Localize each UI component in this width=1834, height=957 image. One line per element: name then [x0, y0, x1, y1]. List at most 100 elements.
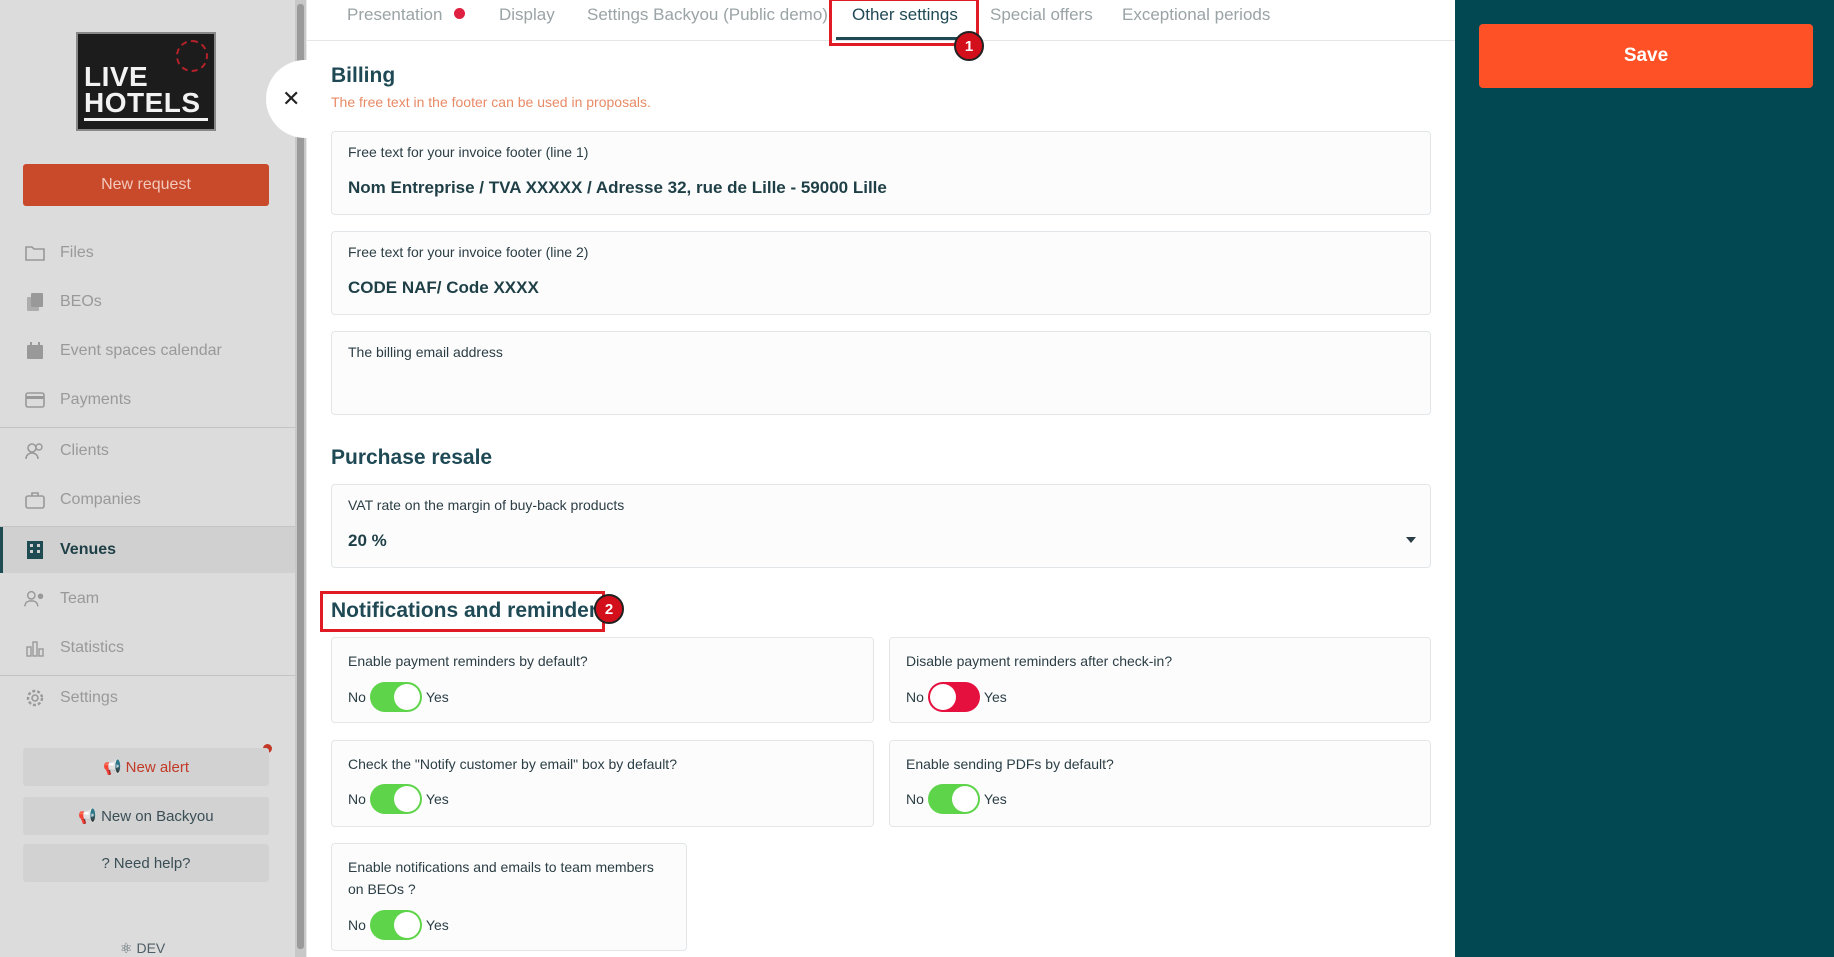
briefcase-icon: [24, 490, 46, 510]
environment-text: DEV: [136, 940, 166, 956]
bar-chart-icon: [24, 638, 46, 658]
toggle-no-label: No: [906, 689, 924, 705]
megaphone-icon: 📢: [102, 759, 122, 776]
question-label: Enable sending PDFs by default?: [906, 756, 1114, 772]
team-notifications-card: Enable notifications and emails to team …: [331, 843, 687, 951]
new-request-button[interactable]: New request: [23, 164, 269, 206]
copy-icon: [24, 292, 46, 312]
disable-reminders-card: Disable payment reminders after check-in…: [889, 637, 1431, 723]
sidebar-item-label: Clients: [60, 442, 109, 459]
sidebar-item-label: Event spaces calendar: [60, 342, 222, 359]
incomplete-dot: [454, 8, 466, 19]
send-pdfs-card: Enable sending PDFs by default? No Yes: [889, 740, 1431, 827]
close-icon: ✕: [282, 86, 301, 111]
logo-text: LIVE HOTELS: [84, 61, 201, 118]
billing-email-field[interactable]: The billing email address: [331, 331, 1431, 415]
sidebar-item-event-spaces-calendar[interactable]: Event spaces calendar: [0, 328, 295, 374]
sidebar-item-clients[interactable]: Clients: [0, 428, 295, 474]
toggle-row: No Yes: [348, 910, 449, 940]
sidebar: LIVE HOTELS New request Files BEOs Event…: [0, 0, 295, 957]
disable-reminders-toggle[interactable]: [927, 682, 980, 712]
annotation-badge-1: 1: [954, 31, 984, 61]
question-label: Disable payment reminders after check-in…: [906, 653, 1173, 669]
field-label: Free text for your invoice footer (line …: [348, 144, 589, 160]
invoice-footer-line1-field[interactable]: Free text for your invoice footer (line …: [331, 131, 1431, 215]
notify-customer-card: Check the "Notify customer by email" box…: [331, 740, 874, 827]
scrollbar-thumb[interactable]: [297, 4, 304, 949]
gear-icon: [24, 688, 46, 708]
sidebar-item-label: Files: [60, 244, 94, 261]
folder-icon: [24, 243, 46, 263]
notify-customer-toggle[interactable]: [369, 784, 422, 814]
new-alert-label: New alert: [125, 758, 190, 776]
vat-rate-select[interactable]: VAT rate on the margin of buy-back produ…: [331, 484, 1431, 568]
payment-reminders-toggle[interactable]: [369, 682, 422, 712]
toggle-knob: [929, 684, 956, 710]
toggle-yes-label: Yes: [425, 689, 449, 705]
new-on-backyou-button[interactable]: 📢 New on Backyou: [23, 797, 269, 835]
annotation-badge-2: 2: [594, 594, 624, 624]
field-value[interactable]: Nom Entreprise / TVA XXXXX / Adresse 32,…: [348, 178, 887, 198]
tab-exceptional-periods[interactable]: Exceptional periods: [1122, 5, 1270, 25]
sidebar-item-label: Venues: [60, 541, 117, 558]
sidebar-item-label: Companies: [60, 491, 141, 508]
billing-subtitle: The free text in the footer can be used …: [331, 94, 651, 110]
toggle-yes-label: Yes: [983, 791, 1007, 807]
live-hotels-logo[interactable]: LIVE HOTELS: [76, 32, 216, 131]
tab-settings-backyou[interactable]: Settings Backyou (Public demo): [587, 5, 828, 25]
toggle-no-label: No: [348, 689, 366, 705]
sidebar-item-companies[interactable]: Companies: [0, 477, 295, 523]
sidebar-scrollbar[interactable]: [295, 0, 306, 957]
need-help-button[interactable]: ? Need help?: [23, 844, 269, 882]
sidebar-item-venues[interactable]: Venues: [0, 527, 295, 573]
question-label: Check the "Notify customer by email" box…: [348, 756, 677, 772]
sidebar-item-label: BEOs: [60, 293, 102, 310]
calendar-icon: [24, 341, 46, 361]
field-value[interactable]: CODE NAF/ Code XXXX: [348, 278, 539, 298]
new-alert-button[interactable]: 📢 New alert: [23, 748, 269, 786]
new-on-backyou-label: New on Backyou: [101, 807, 214, 825]
users-icon: [24, 441, 46, 461]
team-notifications-toggle[interactable]: [369, 910, 422, 940]
credit-card-icon: [24, 390, 46, 410]
toggle-no-label: No: [348, 917, 366, 933]
toggle-yes-label: Yes: [425, 917, 449, 933]
atom-icon: ⚛: [120, 940, 133, 956]
question-label: Enable notifications and emails to team …: [348, 859, 654, 897]
purchase-resale-title: Purchase resale: [331, 446, 493, 469]
sidebar-item-label: Team: [60, 590, 100, 607]
toggle-knob: [393, 684, 420, 710]
sidebar-item-team[interactable]: Team: [0, 576, 295, 622]
field-label: Free text for your invoice footer (line …: [348, 244, 589, 260]
toggle-row: No Yes: [348, 682, 449, 712]
tab-display[interactable]: Display: [499, 5, 555, 25]
selected-value: 20 %: [348, 531, 387, 550]
question-label: Enable payment reminders by default?: [348, 653, 588, 669]
sidebar-item-files[interactable]: Files: [0, 230, 295, 276]
sidebar-item-statistics[interactable]: Statistics: [0, 625, 295, 671]
field-label: VAT rate on the margin of buy-back produ…: [348, 497, 625, 513]
invoice-footer-line2-field[interactable]: Free text for your invoice footer (line …: [331, 231, 1431, 315]
toggle-knob: [393, 912, 420, 938]
save-button[interactable]: Save: [1479, 24, 1813, 88]
toggle-row: No Yes: [906, 682, 1007, 712]
chevron-down-icon: [1406, 537, 1416, 543]
tab-special-offers[interactable]: Special offers: [990, 5, 1093, 25]
environment-label: ⚛ DEV: [120, 940, 165, 957]
tab-label: Presentation: [347, 5, 443, 24]
sidebar-item-settings[interactable]: Settings: [0, 675, 295, 721]
venue-settings-panel: Presentation Display Settings Backyou (P…: [307, 0, 1455, 957]
field-label: The billing email address: [348, 344, 503, 360]
send-pdfs-toggle[interactable]: [927, 784, 980, 814]
sidebar-item-beos[interactable]: BEOs: [0, 279, 295, 325]
action-panel: Save: [1455, 0, 1834, 957]
sidebar-item-payments[interactable]: Payments: [0, 377, 295, 423]
logo-underline: [84, 118, 208, 121]
sidebar-item-label: Statistics: [60, 639, 125, 656]
toggle-yes-label: Yes: [983, 689, 1007, 705]
sidebar-item-label: Settings: [60, 689, 118, 706]
tab-presentation[interactable]: Presentation: [347, 5, 466, 25]
annotation-box-2: [320, 591, 605, 632]
need-help-label: Need help?: [113, 854, 191, 872]
help-circle-icon: ?: [101, 854, 110, 872]
